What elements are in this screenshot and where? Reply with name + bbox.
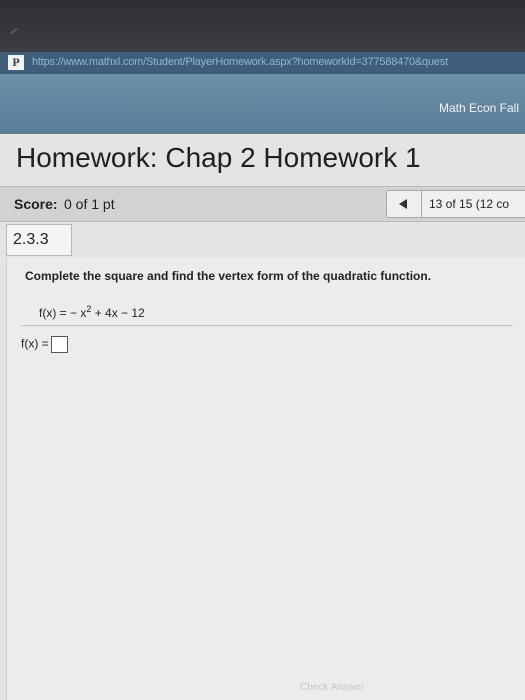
given-function: f(x) = − x2 + 4x − 12	[39, 304, 145, 320]
bezel-mark	[10, 27, 18, 35]
answer-row: f(x) =	[21, 336, 68, 353]
course-header: Math Econ Fall	[0, 74, 525, 134]
function-suffix: + 4x − 12	[91, 306, 145, 320]
score-value: 0 of 1 pt	[64, 196, 115, 212]
browser-address-bar[interactable]: P https://www.mathxl.com/Student/PlayerH…	[0, 52, 525, 75]
left-triangle-icon	[399, 199, 407, 209]
section-number-box: 2.3.3	[6, 224, 72, 256]
section-number: 2.3.3	[13, 231, 49, 248]
answer-label: f(x) =	[21, 336, 49, 351]
question-instructions: Complete the square and find the vertex …	[25, 269, 432, 283]
answer-input[interactable]	[50, 336, 68, 353]
score-bar: Score: 0 of 1 pt 13 of 15 (12 co	[0, 186, 525, 222]
score-label: Score:	[14, 196, 58, 212]
function-prefix: f(x) = − x	[39, 306, 87, 320]
device-bezel	[0, 0, 525, 52]
homework-title: Homework: Chap 2 Homework 1	[16, 142, 421, 173]
question-progress[interactable]: 13 of 15 (12 co	[429, 197, 509, 211]
site-favicon-icon: P	[8, 55, 24, 70]
homework-content: Homework: Chap 2 Homework 1 Score: 0 of …	[0, 134, 525, 700]
course-name[interactable]: Math Econ Fall	[439, 101, 519, 115]
check-answer-button[interactable]: Check Answer	[300, 682, 364, 693]
previous-question-button[interactable]	[387, 191, 422, 217]
question-panel: Complete the square and find the vertex …	[6, 258, 525, 700]
url-text[interactable]: https://www.mathxl.com/Student/PlayerHom…	[32, 56, 448, 68]
question-navigator: 13 of 15 (12 co	[386, 190, 525, 218]
divider	[21, 325, 513, 326]
